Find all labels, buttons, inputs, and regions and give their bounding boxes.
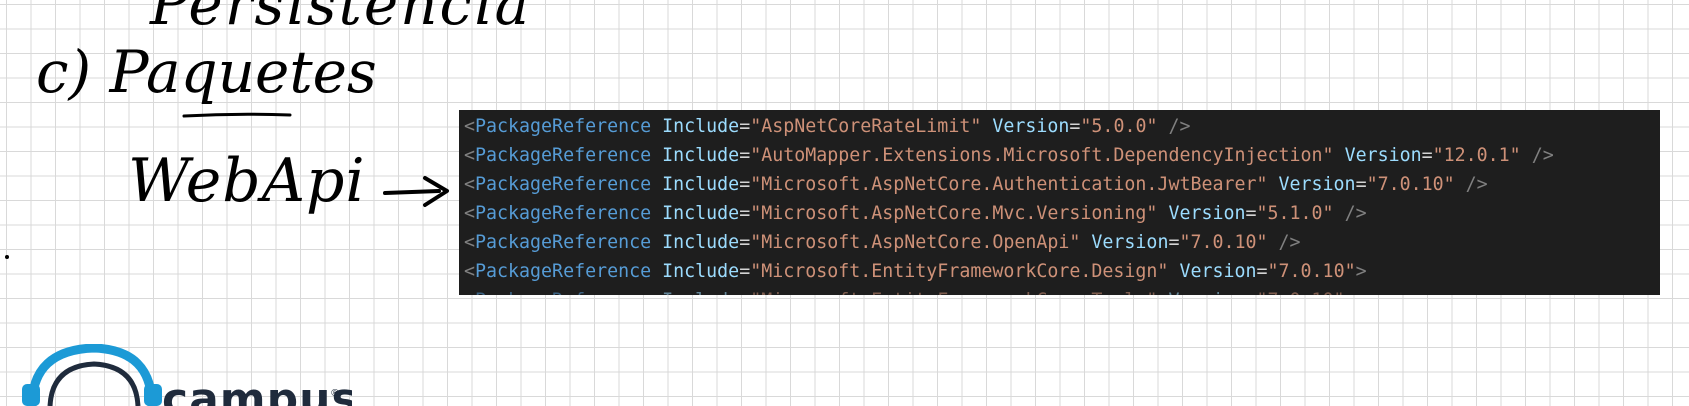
handwritten-persistencia: Persistencia: [150, 0, 532, 38]
code-line: <PackageReference Include="Microsoft.Asp…: [464, 203, 1367, 224]
headset-logo-icon: [22, 344, 162, 406]
code-line: <PackageReference Include="AutoMapper.Ex…: [464, 145, 1554, 166]
handwritten-section-label: c) Paquetes: [36, 38, 377, 106]
handwritten-underline: [182, 112, 292, 118]
handwritten-webapi: WebApi: [128, 146, 366, 216]
code-line: <PackageReference Include="Microsoft.Ent…: [464, 261, 1367, 282]
logo-registered-mark: ®: [330, 388, 340, 399]
code-line: <PackageReference Include="Microsoft.Asp…: [464, 174, 1488, 195]
code-snippet-panel: <PackageReference Include="AspNetCoreRat…: [459, 110, 1660, 295]
ink-dot: [5, 255, 9, 259]
code-line-cut-off: <PackageReference Include="Microsoft.Ent…: [464, 286, 1356, 295]
code-line: <PackageReference Include="Microsoft.Asp…: [464, 232, 1301, 253]
arrow-right-icon: [383, 176, 449, 207]
campus-logo: campus ®: [12, 344, 352, 406]
logo-brand-text: campus: [162, 374, 352, 406]
code-line: <PackageReference Include="AspNetCoreRat…: [464, 116, 1191, 137]
